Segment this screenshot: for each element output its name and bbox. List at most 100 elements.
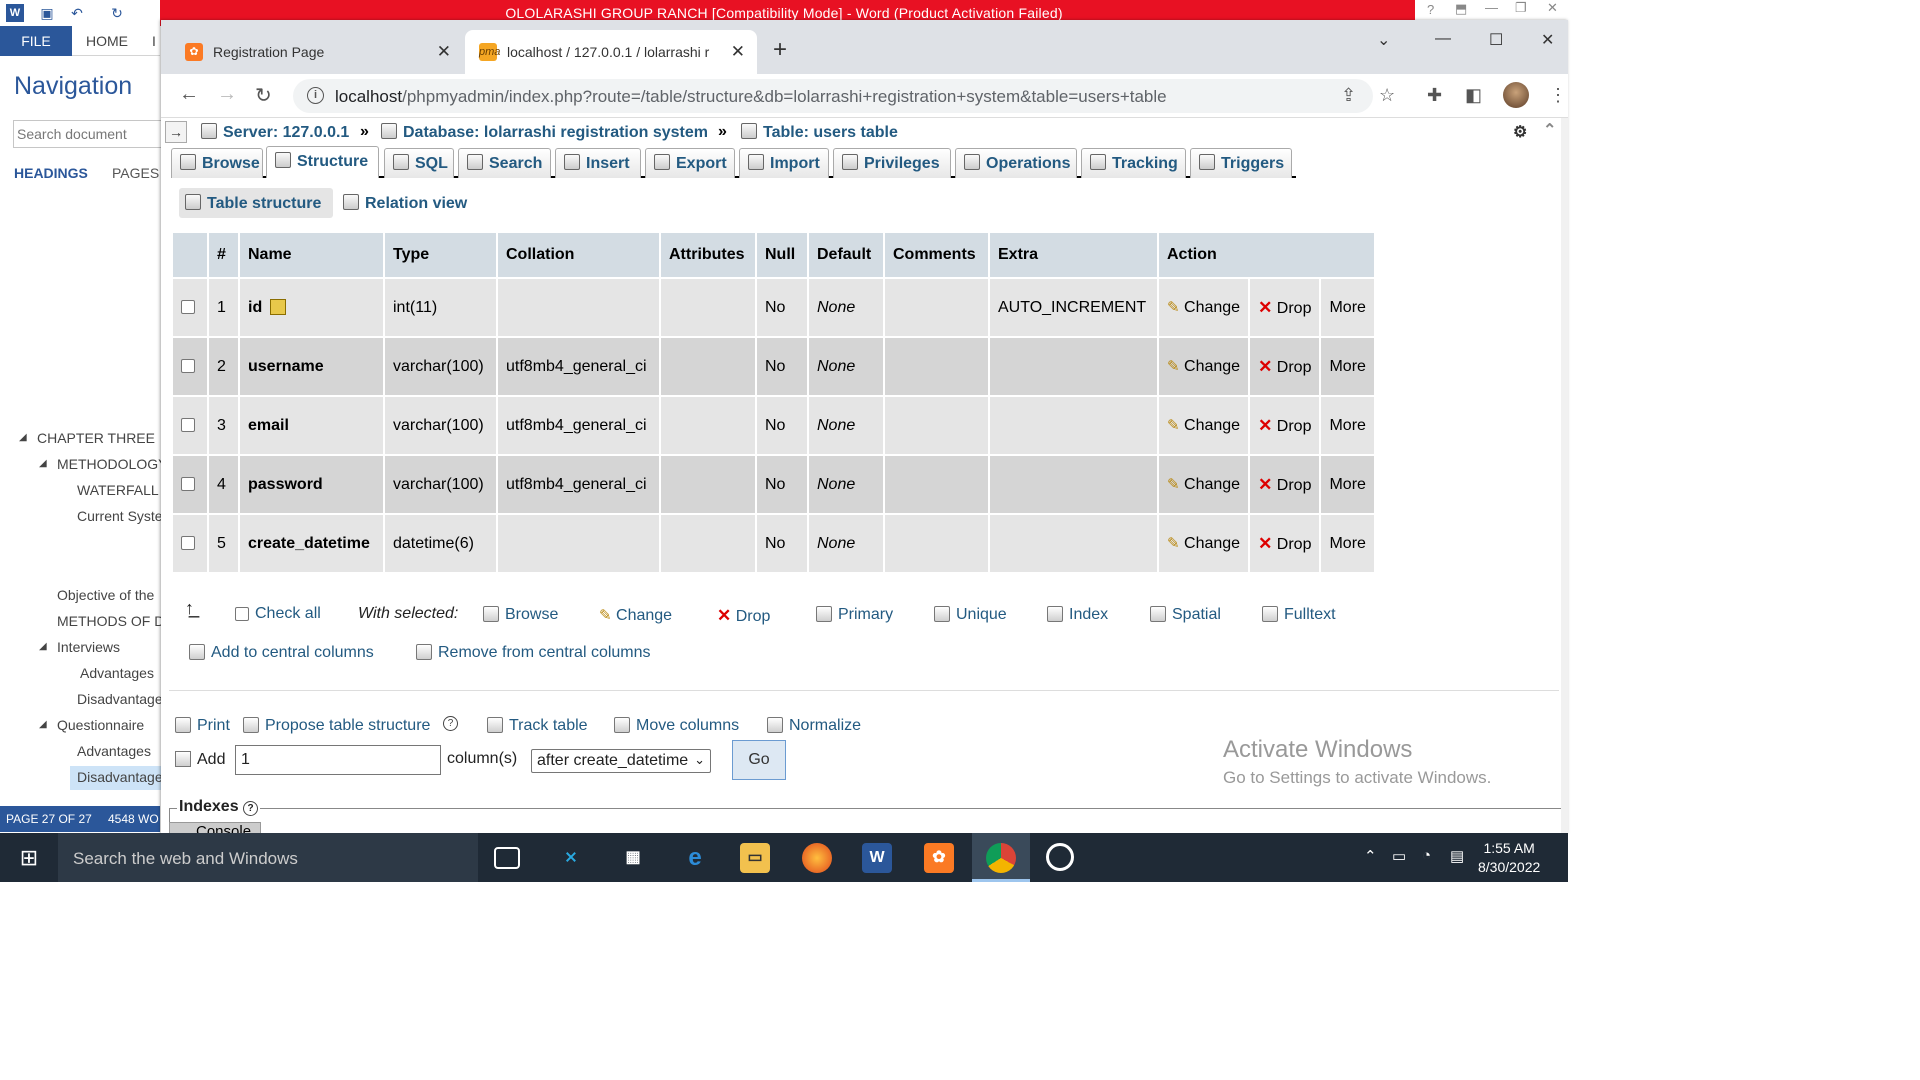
heading-item[interactable]: Advantages: [80, 665, 154, 681]
tab-structure[interactable]: Structure: [266, 146, 379, 178]
vscode-icon[interactable]: ⨯: [556, 843, 586, 873]
minimize-icon[interactable]: —: [1435, 30, 1451, 48]
more-button[interactable]: More: [1321, 279, 1374, 336]
tab-triggers[interactable]: Triggers: [1190, 148, 1292, 178]
drop-button[interactable]: ✕ Drop: [1250, 279, 1320, 336]
collapse-top-icon[interactable]: ⌃: [1543, 120, 1556, 140]
table-row[interactable]: 4 password varchar(100) utf8mb4_general_ci N…: [173, 456, 1374, 513]
add-central-columns-button[interactable]: Add to central columns: [189, 644, 374, 662]
tab-headings[interactable]: HEADINGS: [14, 165, 88, 181]
bulk-change-button[interactable]: ✎ Change: [599, 606, 672, 625]
column-header[interactable]: Name: [240, 233, 383, 277]
row-checkbox-cell[interactable]: [173, 338, 207, 395]
heading-item[interactable]: WATERFALL M: [77, 482, 174, 498]
column-header[interactable]: Action: [1159, 233, 1374, 277]
home-tab[interactable]: HOME: [86, 26, 128, 56]
row-checkbox-cell[interactable]: [173, 279, 207, 336]
propose-structure-button[interactable]: Propose table structure: [243, 717, 430, 735]
bulk-unique-button[interactable]: Unique: [934, 606, 1007, 624]
move-columns-button[interactable]: Move columns: [614, 717, 739, 735]
extensions-icon[interactable]: ✚: [1427, 85, 1442, 106]
check-all[interactable]: Check all: [235, 605, 321, 623]
row-checkbox-cell[interactable]: [173, 515, 207, 572]
column-header[interactable]: Attributes: [661, 233, 755, 277]
tab-search[interactable]: Search: [458, 148, 551, 178]
menu-icon[interactable]: ⋮: [1549, 85, 1567, 106]
breadcrumb-server[interactable]: Server: 127.0.0.1: [201, 123, 349, 142]
column-header[interactable]: Default: [809, 233, 883, 277]
drop-button[interactable]: ✕ Drop: [1250, 456, 1320, 513]
more-button[interactable]: More: [1321, 456, 1374, 513]
expand-arrow-icon[interactable]: ◢: [39, 458, 47, 469]
expand-arrow-icon[interactable]: ◢: [39, 719, 47, 730]
column-header[interactable]: Comments: [885, 233, 988, 277]
chrome-icon[interactable]: [986, 843, 1016, 873]
row-checkbox[interactable]: [181, 359, 195, 374]
battery-icon[interactable]: ▭: [1392, 847, 1406, 865]
close-tab-icon[interactable]: ✕: [731, 42, 745, 62]
go-button[interactable]: Go: [732, 740, 786, 780]
table-row[interactable]: 1 id int(11) No None AUTO_INCREMENT ✎ Change ✕ …: [173, 279, 1374, 336]
tab-import[interactable]: Import: [739, 148, 829, 178]
save-icon[interactable]: ▣: [38, 4, 56, 22]
column-header[interactable]: #: [209, 233, 238, 277]
bulk-browse-button[interactable]: Browse: [483, 606, 558, 624]
heading-item[interactable]: Advantages: [77, 743, 151, 759]
tab-operations[interactable]: Operations: [955, 148, 1077, 178]
minimize-icon[interactable]: —: [1485, 0, 1498, 15]
drop-button[interactable]: ✕ Drop: [1250, 515, 1320, 572]
close-window-icon[interactable]: ✕: [1541, 30, 1554, 50]
more-button[interactable]: More: [1321, 397, 1374, 454]
print-button[interactable]: Print: [175, 717, 230, 735]
side-panel-icon[interactable]: ◧: [1465, 85, 1482, 106]
table-row[interactable]: 5 create_datetime datetime(6) No None ✎ Chang…: [173, 515, 1374, 572]
heading-item[interactable]: Disadvantage: [77, 769, 163, 785]
tab-search-icon[interactable]: ⌄: [1377, 30, 1390, 50]
change-button[interactable]: ✎ Change: [1159, 456, 1249, 513]
store-icon[interactable]: ▦: [618, 843, 648, 873]
expand-arrow-icon[interactable]: ◢: [19, 432, 27, 443]
heading-item[interactable]: METHODS OF D: [57, 613, 164, 629]
edge-icon[interactable]: e: [680, 843, 710, 873]
heading-item[interactable]: Objective of the: [57, 587, 154, 603]
ribbon-display-icon[interactable]: ⬒: [1455, 1, 1467, 17]
heading-item[interactable]: Disadvantage: [77, 691, 163, 707]
track-table-button[interactable]: Track table: [487, 717, 588, 735]
firefox-icon[interactable]: [802, 843, 832, 873]
more-button[interactable]: More: [1321, 515, 1374, 572]
forward-icon[interactable]: →: [217, 83, 237, 106]
search-document-input[interactable]: Search document: [13, 120, 163, 148]
heading-item[interactable]: ◢ CHAPTER THREE: [19, 430, 155, 446]
row-checkbox-cell[interactable]: [173, 397, 207, 454]
tab-sql[interactable]: SQL: [384, 148, 454, 178]
tab-browse[interactable]: Browse: [171, 148, 263, 178]
bulk-spatial-button[interactable]: Spatial: [1150, 606, 1221, 624]
bulk-fulltext-button[interactable]: Fulltext: [1262, 606, 1336, 624]
windows-start-icon[interactable]: ⊞: [0, 833, 58, 882]
insert-tab-partial[interactable]: I: [152, 26, 156, 56]
collapse-nav-button[interactable]: →: [165, 121, 187, 143]
address-bar[interactable]: i localhost/phpmyadmin/index.php?route=/…: [293, 79, 1373, 113]
subtab-table-structure[interactable]: Table structure: [179, 188, 333, 218]
row-checkbox-cell[interactable]: [173, 456, 207, 513]
notifications-icon[interactable]: ▤: [1450, 847, 1464, 865]
column-position-select[interactable]: after create_datetime ⌄: [531, 749, 711, 773]
more-button[interactable]: More: [1321, 338, 1374, 395]
table-row[interactable]: 2 username varchar(100) utf8mb4_general_ci N…: [173, 338, 1374, 395]
change-button[interactable]: ✎ Change: [1159, 515, 1249, 572]
add-columns-count-input[interactable]: 1: [235, 745, 441, 775]
help-icon[interactable]: ?: [1427, 2, 1434, 17]
site-info-icon[interactable]: i: [307, 87, 324, 104]
share-icon[interactable]: ⇪: [1341, 85, 1356, 106]
subtab-relation-view[interactable]: Relation view: [337, 188, 477, 218]
normalize-button[interactable]: Normalize: [767, 717, 861, 735]
file-tab[interactable]: FILE: [0, 26, 72, 56]
breadcrumb-database[interactable]: Database: lolarrashi registration system: [381, 123, 708, 142]
tab-privileges[interactable]: Privileges: [833, 148, 951, 178]
change-button[interactable]: ✎ Change: [1159, 338, 1249, 395]
scrollbar[interactable]: [1561, 118, 1568, 833]
change-button[interactable]: ✎ Change: [1159, 397, 1249, 454]
drop-button[interactable]: ✕ Drop: [1250, 397, 1320, 454]
check-all-checkbox[interactable]: [235, 606, 249, 621]
media-player-icon[interactable]: [1046, 843, 1074, 871]
